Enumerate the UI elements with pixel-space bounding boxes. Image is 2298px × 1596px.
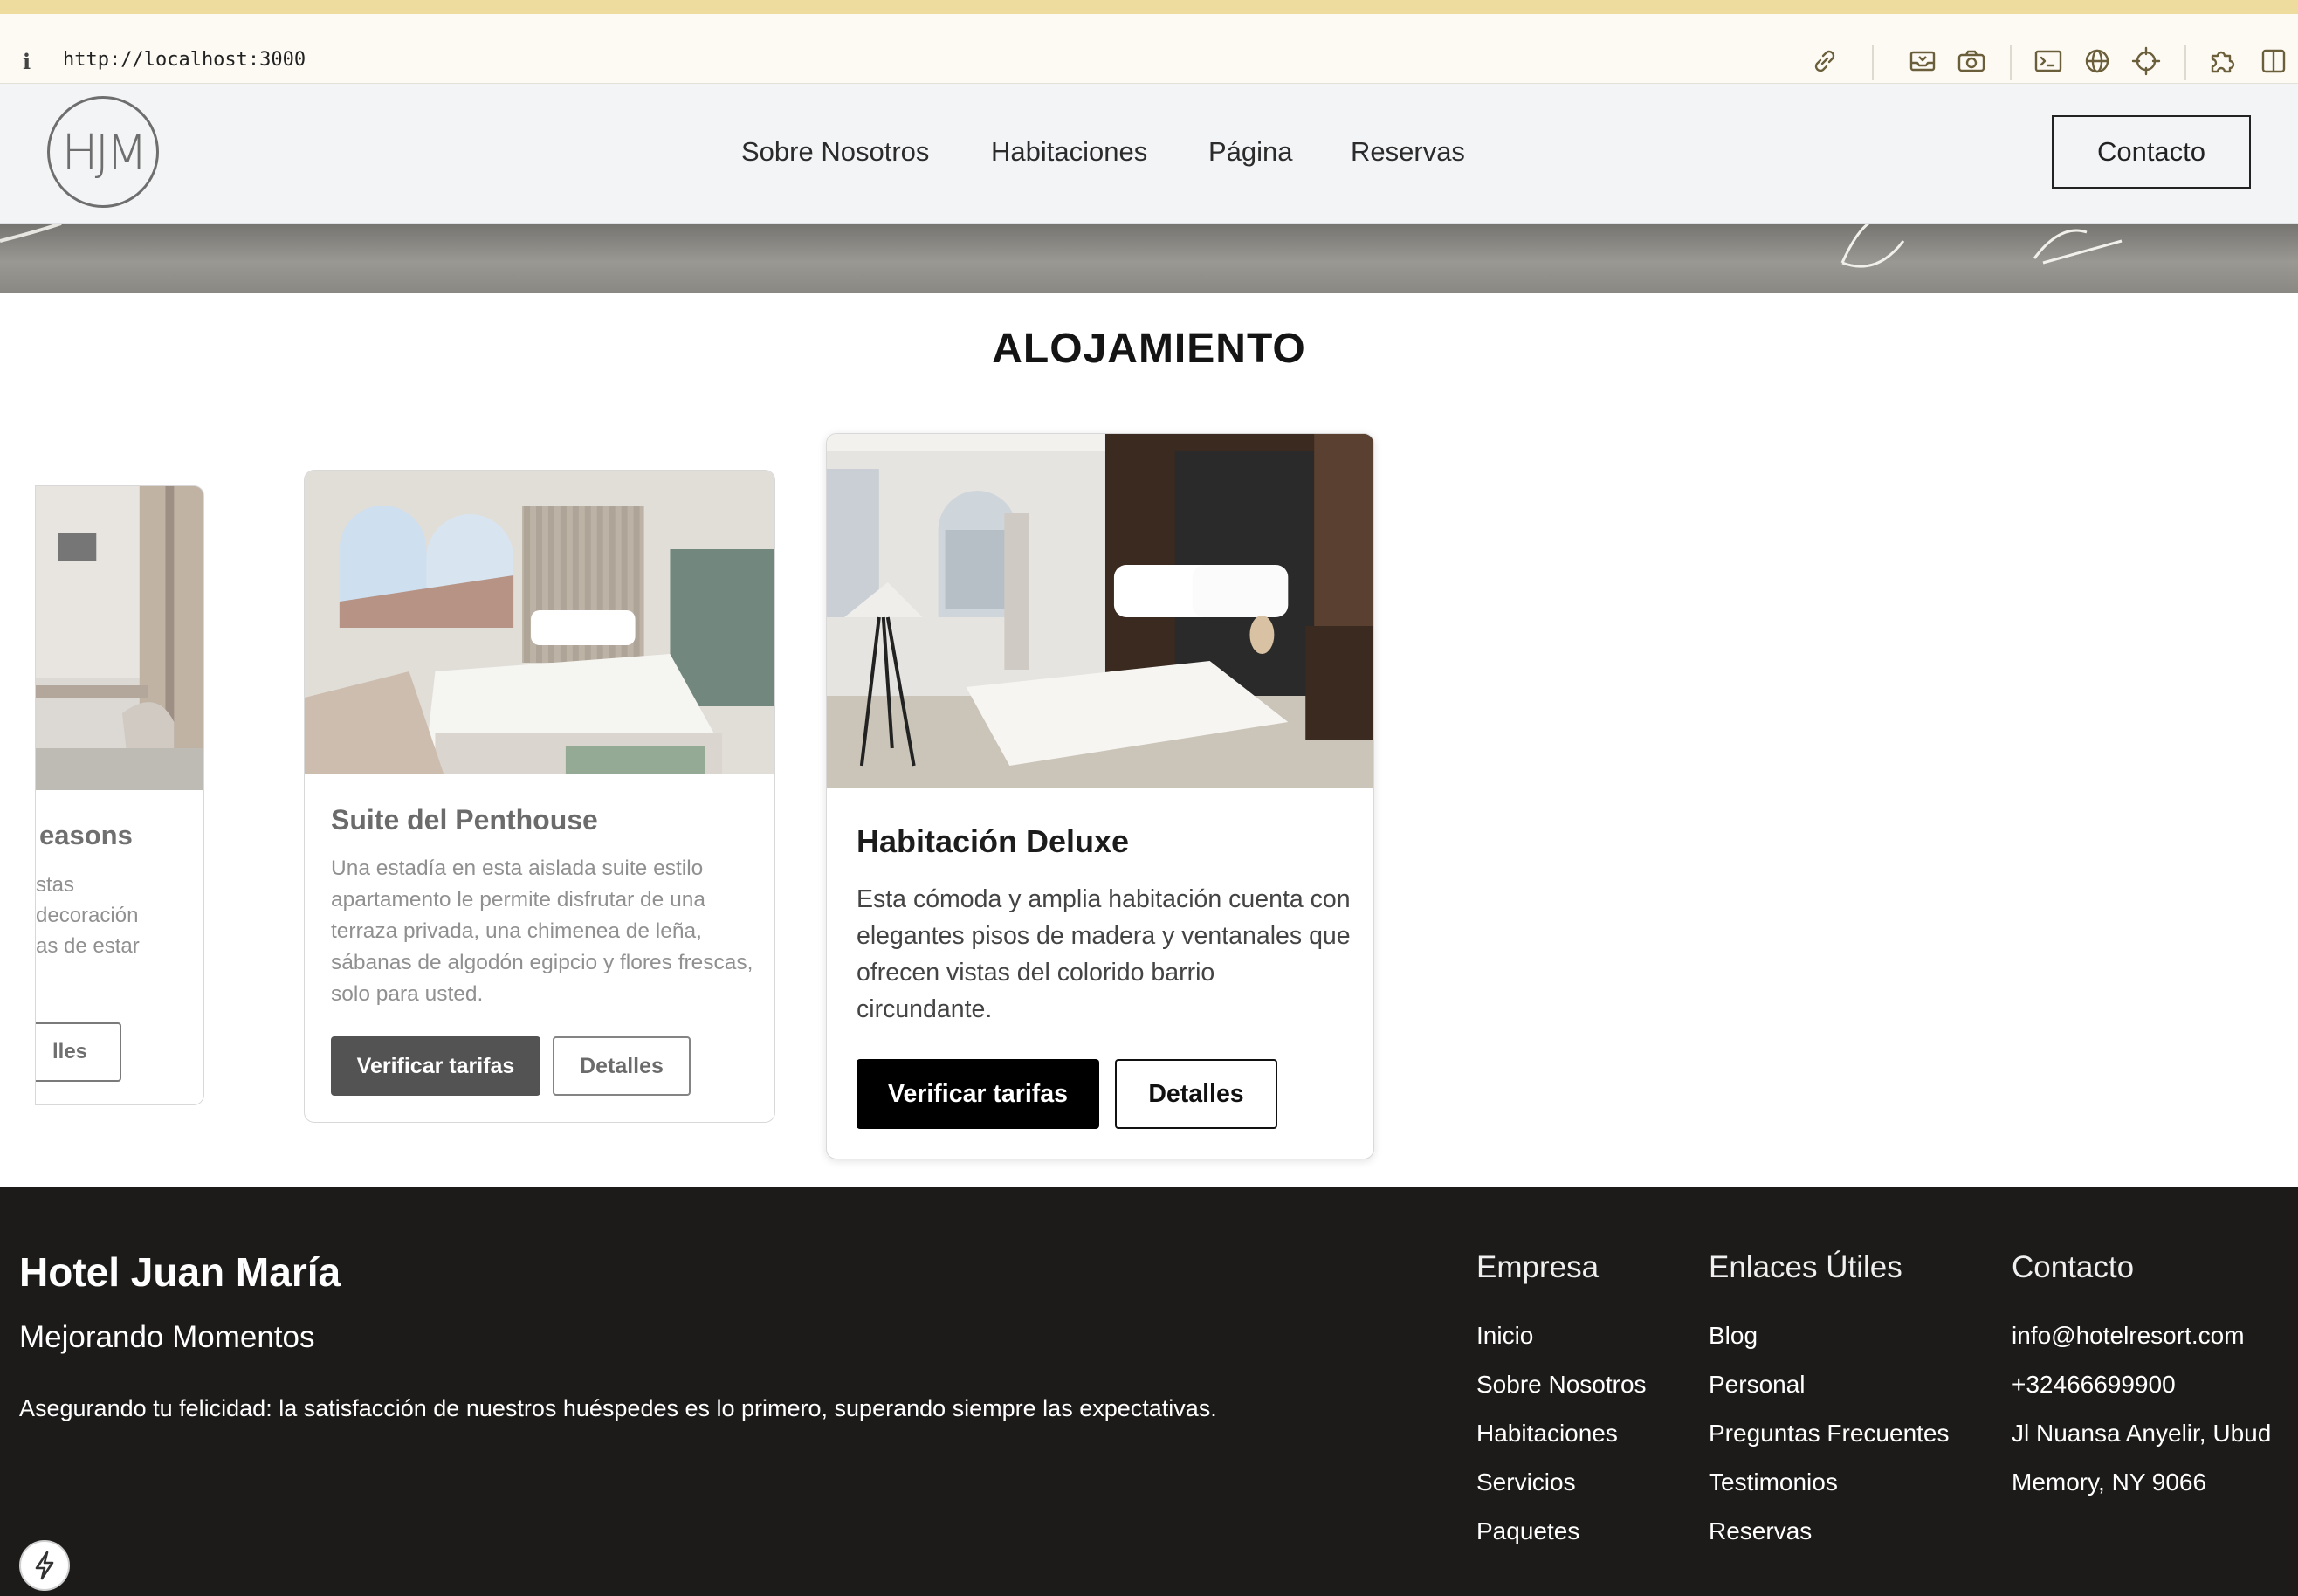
toolbar-divider xyxy=(2010,45,2012,80)
footer-link[interactable]: Testimonios xyxy=(1709,1469,1838,1496)
lightning-icon[interactable] xyxy=(19,1540,70,1591)
terminal-icon[interactable] xyxy=(2033,45,2064,77)
footer-heading-enlaces: Enlaces Útiles xyxy=(1709,1250,1902,1284)
crosshair-icon[interactable] xyxy=(2130,45,2162,77)
info-icon[interactable]: i xyxy=(23,49,31,74)
url-text[interactable]: http://localhost:3000 xyxy=(63,49,306,71)
nav-sobre-nosotros[interactable]: Sobre Nosotros xyxy=(741,136,929,168)
footer-link[interactable]: Personal xyxy=(1709,1371,1806,1399)
site-footer: Hotel Juan María Mejorando Momentos Aseg… xyxy=(0,1187,2298,1596)
footer-email[interactable]: info@hotelresort.com xyxy=(2012,1322,2245,1350)
room-image xyxy=(36,486,203,790)
globe-icon[interactable] xyxy=(2081,45,2113,77)
address-bar[interactable]: i http://localhost:3000 xyxy=(0,14,2298,84)
room-image xyxy=(305,471,774,774)
toolbar-divider xyxy=(2184,45,2186,80)
inbox-icon[interactable] xyxy=(1907,45,1938,77)
room-title: Habitación Deluxe xyxy=(857,823,1130,859)
footer-heading-contacto: Contacto xyxy=(2012,1250,2135,1284)
room-card-deluxe[interactable]: Habitación Deluxe Esta cómoda y amplia h… xyxy=(826,433,1374,1159)
footer-link[interactable]: Habitaciones xyxy=(1476,1420,1618,1448)
section-title: ALOJAMIENTO xyxy=(992,326,1306,372)
footer-brand: Hotel Juan María xyxy=(19,1249,341,1295)
check-rates-button[interactable]: Verificar tarifas xyxy=(857,1059,1099,1129)
site-header: HJM Sobre Nosotros Habitaciones Página R… xyxy=(0,84,2298,224)
toolbar-divider xyxy=(1872,45,1874,80)
footer-link[interactable]: Preguntas Frecuentes xyxy=(1709,1420,1950,1448)
check-rates-button[interactable]: Verificar tarifas xyxy=(331,1036,540,1096)
nav-habitaciones[interactable]: Habitaciones xyxy=(991,136,1147,168)
footer-tagline: Mejorando Momentos xyxy=(19,1320,315,1354)
room-card-penthouse[interactable]: Suite del Penthouse Una estadía en esta … xyxy=(304,470,775,1123)
footer-heading-empresa: Empresa xyxy=(1476,1250,1600,1284)
footer-link[interactable]: Reservas xyxy=(1709,1517,1812,1545)
browser-top-strip xyxy=(0,0,2298,14)
details-button[interactable]: lles xyxy=(36,1022,121,1082)
room-card-partial[interactable]: easons stas decoración as de estar lles xyxy=(35,485,204,1105)
room-description: Esta cómoda y amplia habitación cuenta c… xyxy=(857,885,1351,1023)
room-desc-line: decoración xyxy=(36,904,139,927)
room-title: Suite del Penthouse xyxy=(331,804,598,836)
camera-icon[interactable] xyxy=(1956,45,1987,77)
contact-button[interactable]: Contacto xyxy=(2052,115,2251,189)
footer-address-line: Jl Nuansa Anyelir, Ubud xyxy=(2012,1420,2272,1447)
footer-link[interactable]: Blog xyxy=(1709,1322,1758,1350)
hero-image xyxy=(0,224,2298,293)
footer-link[interactable]: Paquetes xyxy=(1476,1517,1579,1545)
room-title: easons xyxy=(39,820,133,850)
details-button[interactable]: Detalles xyxy=(553,1036,691,1096)
footer-address-line: Memory, NY 9066 xyxy=(2012,1469,2207,1496)
nav-reservas[interactable]: Reservas xyxy=(1351,136,1465,168)
footer-link[interactable]: Servicios xyxy=(1476,1469,1576,1496)
link-icon[interactable] xyxy=(1809,45,1840,77)
room-description: Una estadía en esta aislada suite estilo… xyxy=(331,856,753,1006)
puzzle-icon[interactable] xyxy=(2207,45,2239,77)
footer-phone[interactable]: +32466699900 xyxy=(2012,1371,2176,1399)
nav-pagina[interactable]: Página xyxy=(1208,136,1293,168)
logo-text: HJM xyxy=(61,125,148,182)
room-image xyxy=(827,434,1373,788)
room-desc-line: stas xyxy=(36,873,75,897)
sidebar-icon[interactable] xyxy=(2258,45,2289,77)
footer-link[interactable]: Inicio xyxy=(1476,1322,1533,1350)
hotel-logo[interactable]: HJM xyxy=(47,96,159,208)
footer-mission: Asegurando tu felicidad: la satisfacción… xyxy=(19,1395,1217,1421)
footer-link[interactable]: Sobre Nosotros xyxy=(1476,1371,1647,1399)
room-desc-line: as de estar xyxy=(36,934,140,958)
details-button[interactable]: Detalles xyxy=(1115,1059,1277,1129)
